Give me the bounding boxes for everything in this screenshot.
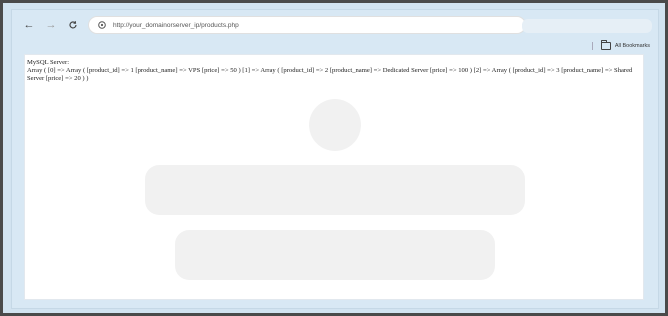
back-arrow-icon[interactable]: ← — [20, 16, 38, 34]
php-output: MySQL Server: Array ( [0] => Array ( [pr… — [27, 59, 637, 83]
all-bookmarks-label: All Bookmarks — [614, 43, 650, 49]
folder-icon — [600, 40, 611, 50]
browser-window: ← → http://your_domainorserver_ip/produc… — [11, 9, 659, 309]
address-bar[interactable]: http://your_domainorserver_ip/products.p… — [88, 16, 526, 34]
reload-icon[interactable] — [64, 16, 82, 34]
all-bookmarks-button[interactable]: All Bookmarks — [600, 40, 650, 50]
site-info-icon[interactable] — [95, 18, 109, 32]
forward-arrow-icon[interactable]: → — [42, 16, 60, 34]
output-array: Array ( [0] => Array ( [product_id] => 1… — [27, 67, 633, 82]
output-heading: MySQL Server: — [27, 59, 70, 66]
bookmarks-divider — [591, 42, 593, 50]
screenshot-frame: ← → http://your_domainorserver_ip/produc… — [3, 3, 665, 313]
toolbar-extensions-area — [522, 19, 652, 33]
watermark-logo — [145, 99, 525, 280]
bookmarks-bar: All Bookmarks — [12, 40, 658, 52]
url-text: http://your_domainorserver_ip/products.p… — [113, 21, 239, 29]
page-content: MySQL Server: Array ( [0] => Array ( [pr… — [24, 54, 644, 300]
